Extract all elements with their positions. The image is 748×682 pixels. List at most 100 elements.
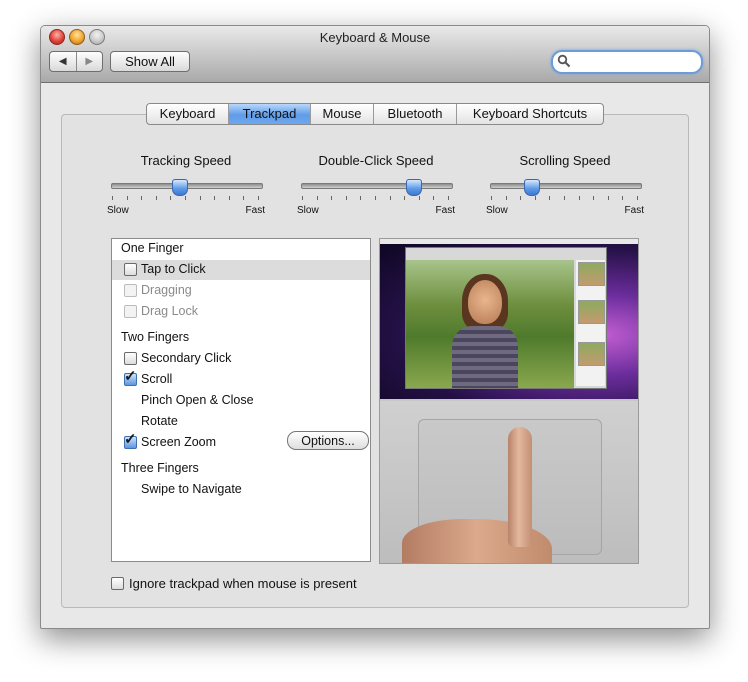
slider-label: Tracking Speed — [140, 153, 232, 168]
drag-lock-checkbox — [124, 305, 137, 318]
tap-to-click-checkbox[interactable] — [124, 263, 137, 276]
list-item-label: Drag Lock — [141, 304, 198, 318]
list-item-label: Pinch Open & Close — [141, 393, 254, 407]
slider-tick — [360, 196, 362, 200]
slider-track[interactable] — [301, 183, 453, 189]
slider-tick — [345, 196, 347, 200]
checkmark-icon: ✓ — [124, 368, 137, 385]
slider-ticks — [111, 196, 261, 201]
list-item-pinch[interactable]: Pinch Open & Close — [112, 391, 370, 411]
slider-label: Scrolling Speed — [519, 153, 611, 168]
secondary-click-checkbox[interactable] — [124, 352, 137, 365]
slider-tick — [505, 196, 507, 200]
tracking-speed-slider: Tracking Speed Slow Fast — [107, 150, 271, 220]
dragging-checkbox — [124, 284, 137, 297]
checkmark-icon: ✓ — [124, 431, 137, 448]
slider-max-label: Fast — [245, 205, 265, 216]
thumbnail — [578, 342, 605, 366]
thumbnail — [578, 262, 605, 286]
slider-tick — [214, 196, 216, 200]
list-item-tap-to-click[interactable]: Tap to Click — [112, 260, 370, 280]
slider-tick — [375, 196, 376, 200]
slider-min-label: Slow — [297, 205, 319, 216]
scroll-checkbox[interactable]: ✓ — [124, 369, 137, 386]
list-item-rotate[interactable]: Rotate — [112, 412, 370, 432]
slider-tick — [141, 196, 143, 200]
slider-tick — [258, 196, 259, 200]
show-all-button[interactable]: Show All — [110, 51, 190, 72]
search-input[interactable] — [551, 50, 703, 74]
slider-tick — [622, 196, 624, 200]
list-item-label: Scroll — [141, 372, 173, 386]
list-item-label: Secondary Click — [141, 351, 232, 365]
thumbnail — [578, 300, 605, 324]
slider-tick — [491, 196, 492, 200]
list-item-secondary-click[interactable]: Secondary Click — [112, 349, 370, 369]
back-button[interactable]: ◀ — [50, 52, 76, 71]
photo-body — [452, 326, 518, 388]
tab-bluetooth[interactable]: Bluetooth — [373, 104, 456, 124]
tab-keyboard[interactable]: Keyboard — [147, 104, 228, 124]
slider-tick — [404, 196, 406, 200]
slider-tick — [243, 196, 245, 200]
slider-thumb[interactable] — [405, 179, 422, 196]
slider-label: Double-Click Speed — [318, 153, 434, 168]
section-heading: One Finger — [121, 241, 184, 255]
slider-tick — [316, 196, 318, 200]
slider-tick — [564, 196, 565, 200]
slider-tick — [302, 196, 303, 200]
options-button[interactable]: Options... — [287, 431, 369, 450]
screen-zoom-checkbox[interactable]: ✓ — [124, 432, 137, 449]
double-click-speed-slider: Double-Click Speed Slow Fast — [297, 150, 461, 220]
list-item-drag-lock: Drag Lock — [112, 302, 370, 322]
slider-tick — [185, 196, 186, 200]
ignore-trackpad-label: Ignore trackpad when mouse is present — [129, 576, 357, 591]
slider-tick — [433, 196, 435, 200]
ignore-trackpad-option[interactable]: Ignore trackpad when mouse is present — [111, 575, 411, 593]
tab-mouse[interactable]: Mouse — [310, 104, 373, 124]
slider-tick — [637, 196, 638, 200]
slider-max-label: Fast — [435, 205, 455, 216]
section-heading: Three Fingers — [121, 461, 199, 475]
preview-menubar — [380, 239, 638, 244]
slider-tick — [607, 196, 609, 200]
list-item-label: Dragging — [141, 283, 192, 297]
section-heading: Two Fingers — [121, 330, 190, 344]
slider-tick — [199, 196, 201, 200]
heading-two-fingers: Two Fingers — [112, 328, 370, 348]
preferences-window: Keyboard & Mouse ◀ ▶ Show All Keyboard T… — [40, 25, 710, 629]
list-item-label: Tap to Click — [141, 262, 206, 276]
scrolling-speed-slider: Scrolling Speed Slow Fast — [486, 150, 650, 220]
list-item-dragging: Dragging — [112, 281, 370, 301]
slider-tick — [126, 196, 128, 200]
heading-three-fingers: Three Fingers — [112, 459, 370, 479]
slider-thumb[interactable] — [172, 179, 189, 196]
photo-face — [468, 280, 502, 324]
list-item-swipe[interactable]: Swipe to Navigate — [112, 480, 370, 500]
slider-thumb[interactable] — [524, 179, 540, 196]
slider-track[interactable] — [490, 183, 642, 189]
forward-button[interactable]: ▶ — [75, 52, 103, 71]
title-bar: Keyboard & Mouse ◀ ▶ Show All — [41, 26, 709, 83]
slider-tick — [534, 196, 536, 200]
list-item-screen-zoom[interactable]: ✓ Screen Zoom Options... — [112, 431, 370, 453]
slider-tick — [170, 196, 172, 200]
list-item-label: Swipe to Navigate — [141, 482, 242, 496]
tab-trackpad[interactable]: Trackpad — [228, 104, 310, 124]
slider-ticks — [301, 196, 451, 201]
list-item-label: Rotate — [141, 414, 178, 428]
slider-tick — [112, 196, 113, 200]
slider-tick — [418, 196, 420, 200]
preview-thumbnails — [576, 260, 605, 386]
slider-tick — [520, 196, 522, 200]
preview-finger — [508, 427, 532, 547]
slider-tick — [593, 196, 595, 200]
ignore-trackpad-checkbox[interactable] — [111, 577, 124, 590]
preview-trackpad-area — [380, 401, 638, 563]
list-item-scroll[interactable]: ✓ Scroll — [112, 369, 370, 390]
heading-one-finger: One Finger — [112, 239, 370, 259]
slider-ticks — [490, 196, 640, 201]
tab-keyboard-shortcuts[interactable]: Keyboard Shortcuts — [456, 104, 603, 124]
search-icon — [557, 54, 571, 68]
slider-tick — [389, 196, 391, 200]
